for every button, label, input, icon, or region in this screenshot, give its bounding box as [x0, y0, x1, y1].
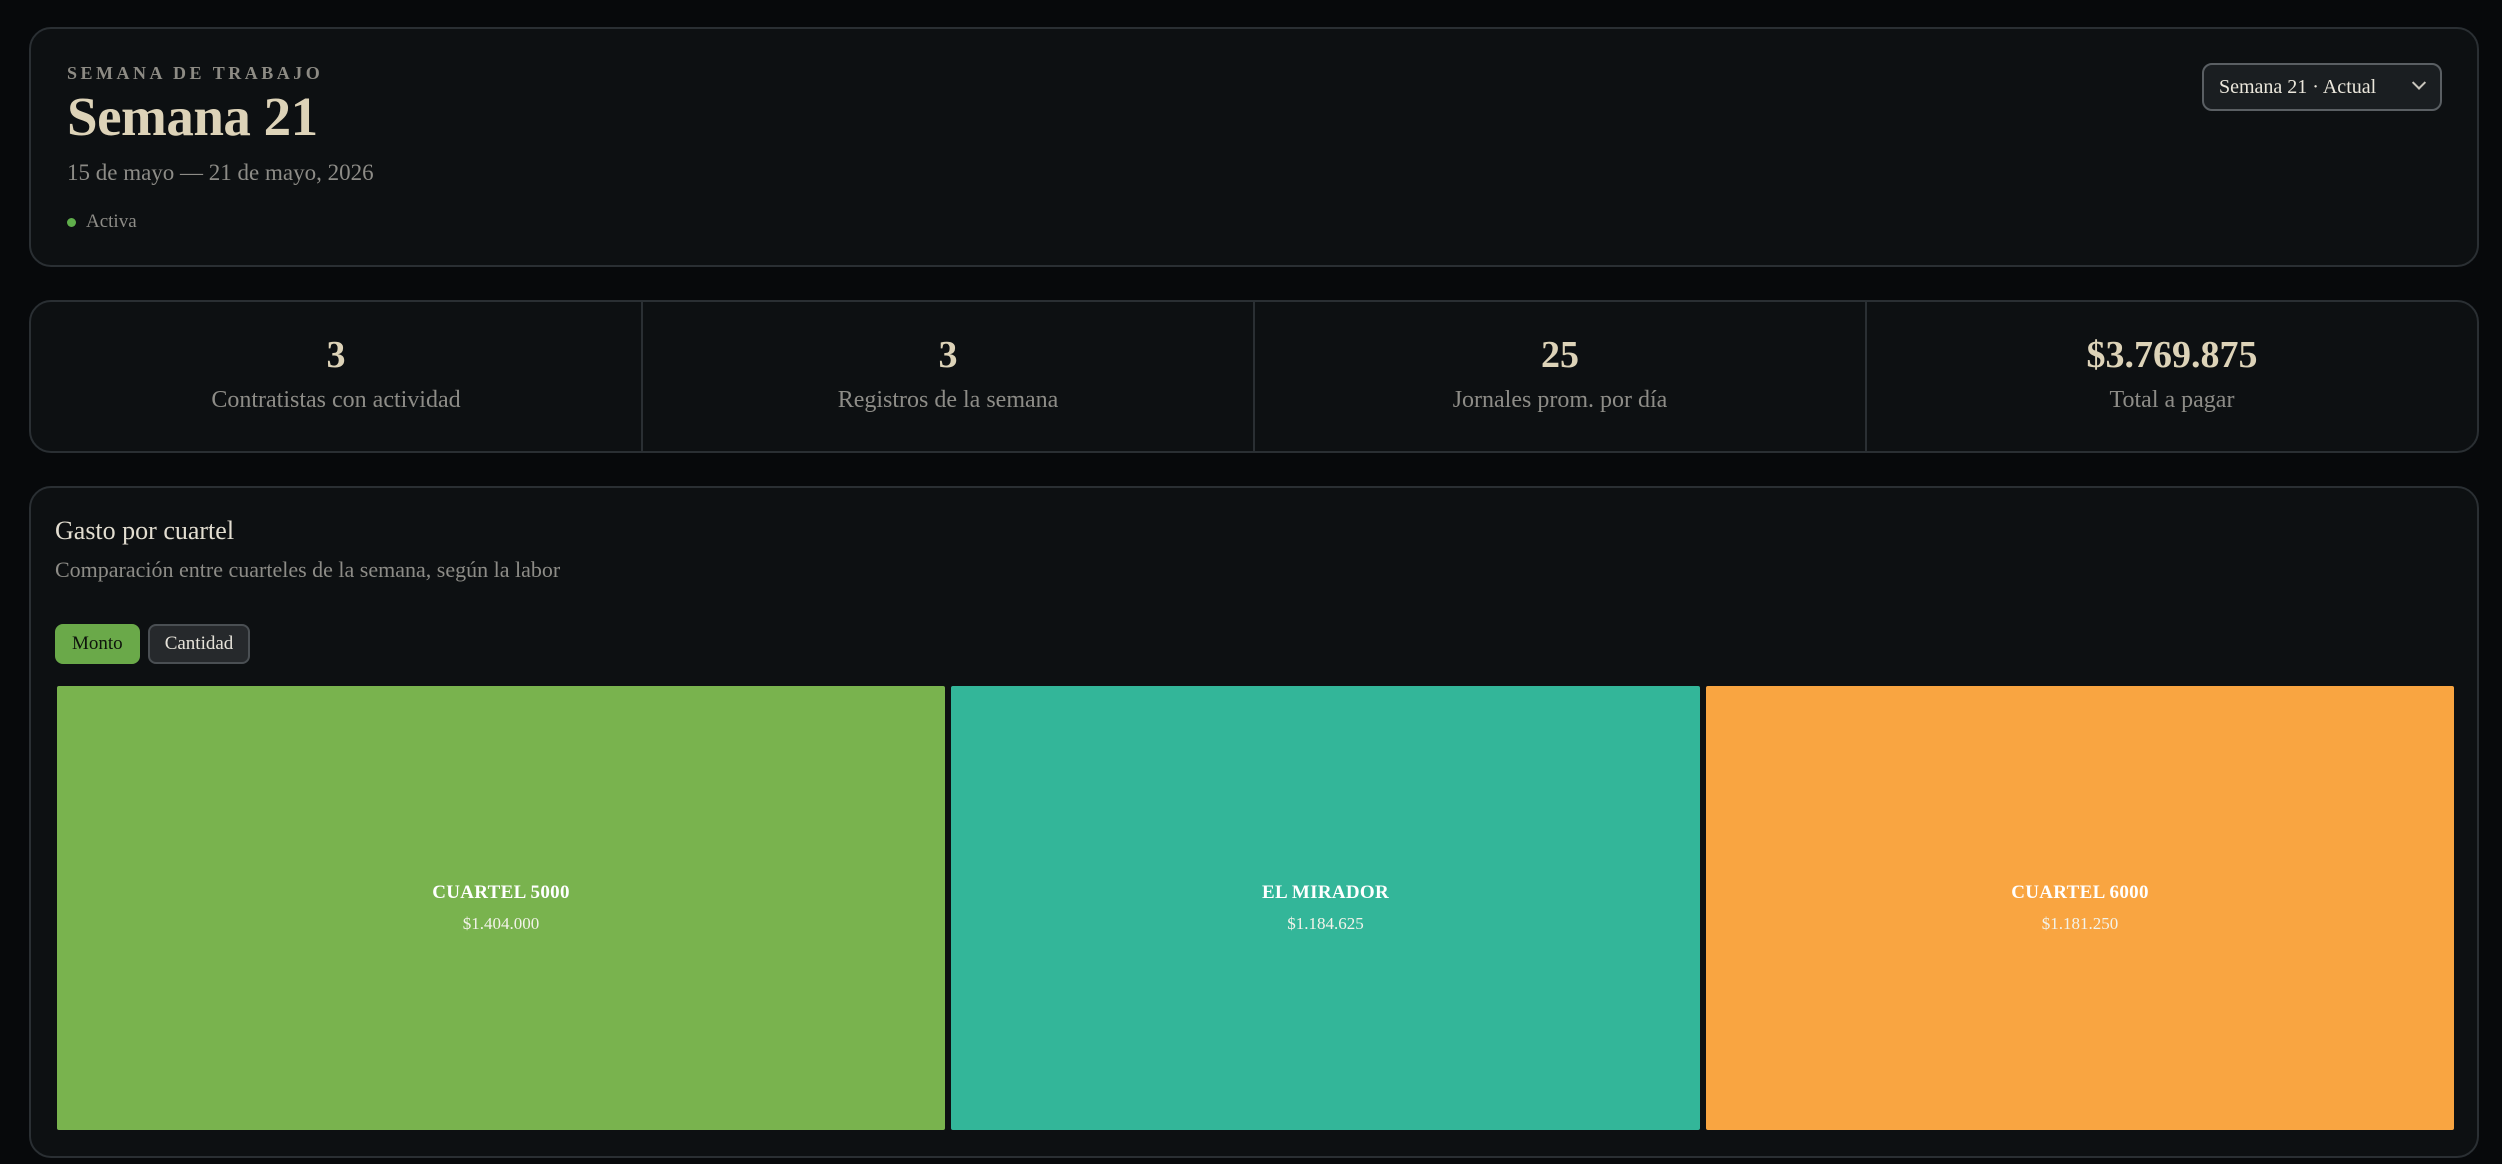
week-select[interactable]: Semana 21 · Actual: [2202, 63, 2442, 111]
tile-label: EL MIRADOR: [1261, 882, 1390, 903]
stat-label: Contratistas con actividad: [211, 387, 461, 413]
page-title: Semana 21: [67, 86, 318, 147]
tile-value-label: $1.184.625: [1287, 914, 1364, 933]
spend-by-quarter-card: Gasto por cuartel Comparación entre cuar…: [29, 486, 2479, 1158]
stat-label: Jornales prom. por día: [1452, 387, 1668, 413]
stat-label: Total a pagar: [2109, 387, 2235, 413]
section-subtitle: Comparación entre cuarteles de la semana…: [55, 557, 561, 582]
tile-value-label: $1.181.250: [2041, 914, 2119, 933]
tile-value-label: $1.404.000: [462, 914, 540, 933]
status-badge: Activa: [67, 211, 137, 233]
stat-value: $3.769.875: [2086, 334, 2258, 376]
stat-value: 3: [326, 334, 346, 376]
stats-card: 3 Contratistas con actividad 3 Registros…: [29, 300, 2479, 453]
tile-label: CUARTEL 5000: [432, 882, 570, 903]
stat-avg-workdays: 25 Jornales prom. por día: [1253, 302, 1865, 451]
section-title: Gasto por cuartel: [55, 516, 235, 545]
treemap-chart: CUARTEL 5000 $1.404.000 EL MIRADOR $1.184.6…: [57, 686, 2454, 1130]
tile-label: CUARTEL 6000: [2011, 882, 2149, 903]
toggle-cantidad-button[interactable]: Cantidad: [147, 624, 251, 664]
treemap-tile[interactable]: CUARTEL 5000 $1.404.000: [57, 686, 945, 1130]
metric-toggle-group: Monto Cantidad: [55, 624, 251, 664]
chevron-down-icon: [2411, 75, 2427, 90]
treemap-tile[interactable]: EL MIRADOR $1.184.625: [951, 686, 1700, 1130]
eyebrow-label: SEMANA DE TRABAJO: [67, 63, 324, 83]
status-label: Activa: [86, 211, 137, 232]
stat-label: Registros de la semana: [837, 387, 1059, 413]
stat-value: 25: [1541, 334, 1579, 376]
stat-total-to-pay: $3.769.875 Total a pagar: [1865, 302, 2477, 451]
week-select-value: Semana 21 · Actual: [2219, 75, 2377, 98]
toggle-monto-button[interactable]: Monto: [55, 624, 140, 664]
status-dot-icon: [67, 217, 76, 227]
date-range: 15 de mayo — 21 de mayo, 2026: [67, 160, 374, 185]
stat-contractors: 3 Contratistas con actividad: [31, 302, 641, 451]
week-header-card: SEMANA DE TRABAJO Semana 21 15 de mayo —…: [29, 27, 2479, 267]
stat-value: 3: [938, 334, 958, 376]
treemap-tile[interactable]: CUARTEL 6000 $1.181.250: [1706, 686, 2454, 1130]
stat-records: 3 Registros de la semana: [641, 302, 1253, 451]
